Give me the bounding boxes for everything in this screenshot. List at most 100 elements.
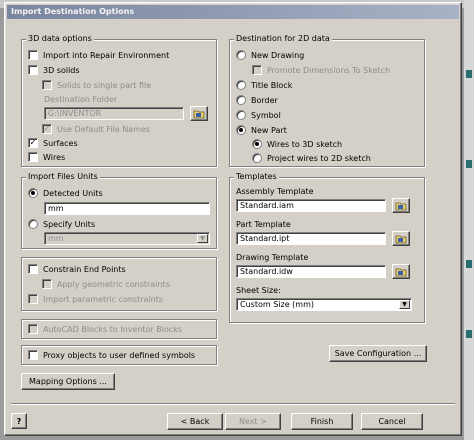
solids-3d-checkbox[interactable] (28, 65, 38, 75)
border-option[interactable]: Border (236, 95, 278, 105)
border-label: Border (251, 95, 278, 105)
group-2d-destination: Destination for 2D data New Drawing Prom… (229, 34, 425, 167)
new-part-option[interactable]: New Part (236, 125, 287, 135)
specify-units-value: mm (48, 234, 64, 243)
import-repair-option[interactable]: Import into Repair Environment (28, 50, 169, 60)
browse-folder-icon (395, 202, 407, 210)
autocad-blocks-label: AutoCAD Blocks to Inventor Blocks (43, 324, 183, 334)
title-block-option[interactable]: Title Block (236, 80, 292, 90)
group-import-units: Import Files Units Detected Units mm Spe… (21, 172, 217, 249)
background-mark (466, 330, 472, 338)
browse-folder-icon (395, 268, 407, 276)
assembly-template-browse-button[interactable] (392, 198, 410, 213)
part-template-label: Part Template (236, 220, 291, 229)
proxy-objects-checkbox[interactable] (28, 350, 38, 360)
import-repair-checkbox[interactable] (28, 50, 38, 60)
wires-label: Wires (43, 152, 66, 162)
constrain-end-checkbox[interactable] (28, 264, 38, 274)
proxy-objects-option[interactable]: Proxy objects to user defined symbols (28, 350, 195, 360)
assembly-template-field[interactable]: Standard.iam (236, 199, 386, 212)
group-proxy-objects: Proxy objects to user defined symbols (21, 345, 217, 365)
background-mark (466, 260, 472, 268)
dropdown-arrow-icon[interactable]: ▼ (399, 300, 410, 309)
specify-units-dropdown[interactable]: mm ▼ (44, 232, 210, 245)
constrain-end-option[interactable]: Constrain End Points (28, 264, 126, 274)
default-filenames-checkbox[interactable]: ✓ (42, 124, 52, 134)
browse-folder-icon (193, 110, 205, 118)
default-filenames-option[interactable]: ✓ Use Default File Names (42, 124, 150, 134)
import-destination-dialog: Import Destination Options 3D data optio… (4, 2, 462, 436)
solids-3d-label: 3D solids (43, 65, 80, 75)
import-parametric-checkbox[interactable] (28, 294, 38, 304)
dest-folder-browse-button[interactable] (190, 106, 208, 121)
detected-units-option[interactable]: Detected Units (28, 188, 103, 198)
help-icon: ? (16, 416, 22, 426)
drawing-template-field[interactable]: Standard.idw (236, 265, 386, 278)
surfaces-checkbox[interactable]: ✓ (28, 138, 38, 148)
next-button[interactable]: Next > (225, 413, 281, 430)
sheet-size-value: Custom Size (mm) (240, 300, 314, 309)
group-2d-title: Destination for 2D data (234, 34, 332, 43)
autocad-blocks-checkbox[interactable] (28, 324, 38, 334)
back-button[interactable]: < Back (167, 413, 223, 430)
surfaces-label: Surfaces (43, 138, 78, 148)
wires-checkbox[interactable] (28, 152, 38, 162)
detected-units-label: Detected Units (43, 188, 103, 198)
specify-units-option[interactable]: Specify Units (28, 219, 95, 229)
new-part-label: New Part (251, 125, 287, 135)
group-3d-title: 3D data options (26, 34, 94, 43)
dropdown-arrow-icon[interactable]: ▼ (197, 234, 208, 243)
assembly-template-label: Assembly Template (236, 187, 314, 196)
promote-dims-checkbox[interactable] (252, 65, 262, 75)
finish-button[interactable]: Finish (291, 413, 353, 430)
solids-single-checkbox[interactable] (42, 80, 52, 90)
project-2d-option[interactable]: Project wires to 2D sketch (252, 153, 371, 163)
cancel-button[interactable]: Cancel (361, 413, 423, 430)
border-radio[interactable] (236, 95, 246, 105)
solids-single-option[interactable]: Solids to single part file (42, 80, 151, 90)
new-drawing-radio[interactable] (236, 50, 246, 60)
autocad-blocks-option[interactable]: AutoCAD Blocks to Inventor Blocks (28, 324, 182, 334)
wires-3d-label: Wires to 3D sketch (267, 139, 343, 149)
mapping-options-button[interactable]: Mapping Options ... (21, 373, 115, 390)
dest-folder-field[interactable]: G:\INVENTOR (44, 107, 184, 120)
symbol-option[interactable]: Symbol (236, 110, 281, 120)
solids-3d-option[interactable]: 3D solids (28, 65, 80, 75)
part-template-browse-button[interactable] (392, 231, 410, 246)
apply-geometric-option[interactable]: Apply geometric constraints (42, 279, 170, 289)
detected-units-field[interactable]: mm (44, 202, 210, 215)
browse-folder-icon (395, 235, 407, 243)
group-templates: Templates Assembly Template Standard.iam… (229, 172, 425, 323)
group-templates-title: Templates (234, 172, 279, 181)
wires-3d-option[interactable]: Wires to 3D sketch (252, 139, 342, 149)
help-button[interactable]: ? (11, 413, 27, 429)
import-parametric-label: Import parametric constraints (43, 294, 164, 304)
import-repair-label: Import into Repair Environment (43, 50, 170, 60)
sheet-size-dropdown[interactable]: Custom Size (mm) ▼ (236, 298, 412, 311)
part-template-field[interactable]: Standard.ipt (236, 232, 386, 245)
surfaces-option[interactable]: ✓ Surfaces (28, 138, 78, 148)
save-configuration-button[interactable]: Save Configuration ... (329, 345, 427, 362)
solids-single-label: Solids to single part file (57, 80, 152, 90)
constrain-end-label: Constrain End Points (43, 264, 126, 274)
symbol-radio[interactable] (236, 110, 246, 120)
promote-dims-label: Promote Dimensions To Sketch (267, 65, 391, 75)
sheet-size-label: Sheet Size: (236, 286, 281, 295)
detected-units-radio[interactable] (28, 188, 38, 198)
promote-dims-option[interactable]: Promote Dimensions To Sketch (252, 65, 390, 75)
import-parametric-option[interactable]: Import parametric constraints (28, 294, 163, 304)
wires-option[interactable]: Wires (28, 152, 65, 162)
dialog-title[interactable]: Import Destination Options (7, 5, 459, 19)
project-2d-radio[interactable] (252, 153, 262, 163)
apply-geometric-checkbox[interactable] (42, 279, 52, 289)
wires-3d-radio[interactable] (252, 139, 262, 149)
title-block-radio[interactable] (236, 80, 246, 90)
symbol-label: Symbol (251, 110, 281, 120)
default-filenames-label: Use Default File Names (57, 124, 150, 134)
new-drawing-option[interactable]: New Drawing (236, 50, 304, 60)
project-2d-label: Project wires to 2D sketch (267, 153, 371, 163)
specify-units-radio[interactable] (28, 219, 38, 229)
drawing-template-browse-button[interactable] (392, 264, 410, 279)
footer-separator (11, 403, 455, 405)
new-part-radio[interactable] (236, 125, 246, 135)
